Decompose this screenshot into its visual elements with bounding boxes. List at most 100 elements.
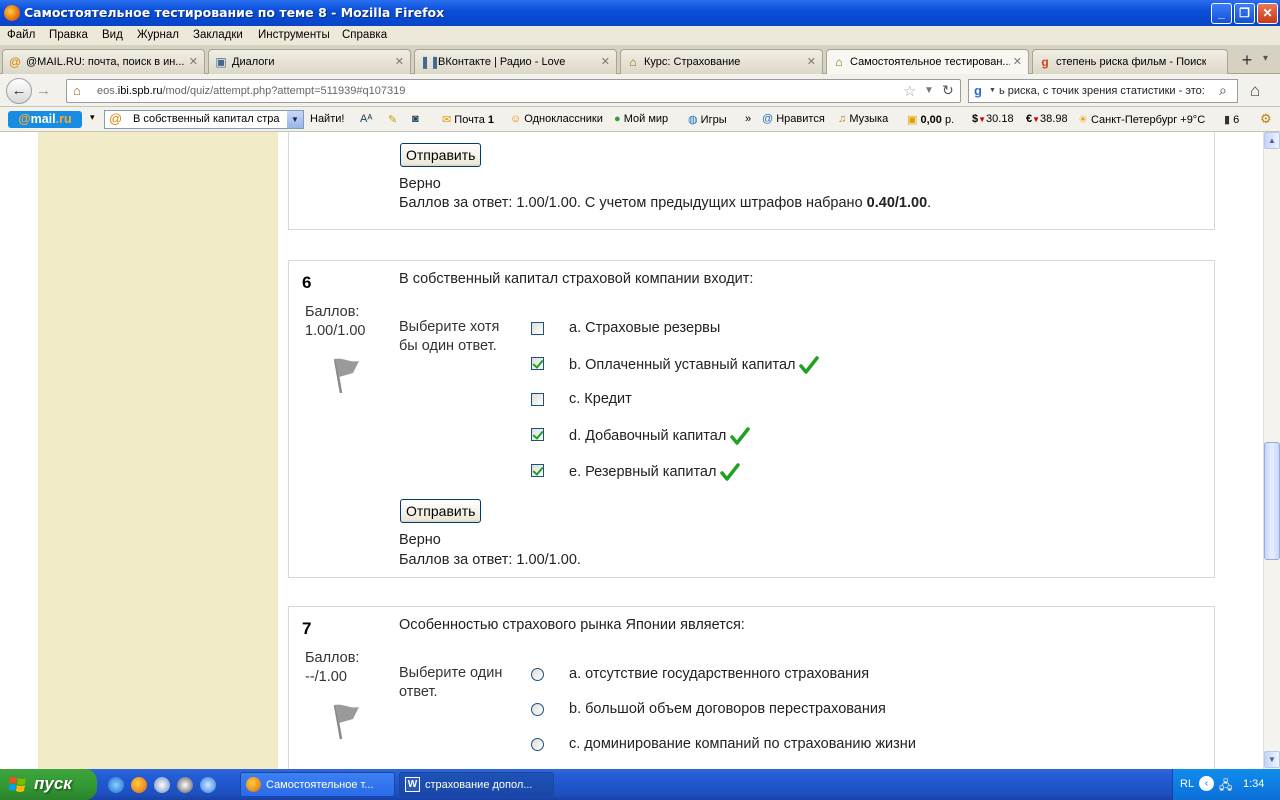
site-identity-icon[interactable]: ⌂	[73, 83, 81, 98]
engine-dropdown-icon[interactable]: ▼	[989, 87, 996, 94]
games-link[interactable]: ◍ Игры	[688, 113, 727, 126]
option-label[interactable]: c. доминирование компаний по страхованию…	[569, 736, 916, 752]
weather-link[interactable]: ☀ Санкт-Петербург +9°C	[1078, 113, 1205, 126]
bookmark-star-icon[interactable]: ☆	[903, 82, 916, 100]
answer-prompt: Выберите хотя бы один ответ.	[399, 319, 500, 354]
option-label[interactable]: b. большой объем договоров перестрахован…	[569, 701, 886, 717]
word-icon: W	[405, 777, 420, 792]
flag-icon[interactable]	[327, 353, 363, 397]
scroll-up-arrow-icon[interactable]: ▲	[1264, 132, 1280, 149]
scrollbar-thumb[interactable]	[1264, 442, 1280, 560]
menu-history[interactable]: Журнал	[137, 29, 179, 41]
google-icon[interactable]: g	[974, 83, 982, 98]
close-icon[interactable]: ✕	[1013, 55, 1022, 68]
search-bar[interactable]: g ▼ ь риска, с точик зрения статистики -…	[968, 79, 1238, 103]
tab-google-search[interactable]: g степень риска фильм - Поиск ...	[1032, 49, 1228, 74]
eur-rate[interactable]: €▼38.98	[1026, 113, 1068, 125]
balance-link[interactable]: ▣ 0,00 р.	[907, 113, 954, 126]
checkbox[interactable]	[531, 428, 544, 441]
option-label[interactable]: d. Добавочный капитал	[569, 426, 751, 446]
back-button[interactable]: ←	[6, 78, 32, 104]
window-titlebar[interactable]: Самостоятельное тестирование по теме 8 -…	[0, 0, 1280, 26]
question-6: 6 Баллов: 1.00/1.00 В собственный капитал…	[288, 260, 1215, 578]
zoom-icon[interactable]: ◙	[412, 113, 419, 125]
minimize-button[interactable]: _	[1211, 3, 1232, 24]
find-button[interactable]: Найти!	[310, 113, 344, 125]
forward-button[interactable]: →	[36, 82, 51, 99]
usd-rate[interactable]: $▼30.18	[972, 113, 1014, 125]
close-button[interactable]: ✕	[1257, 3, 1278, 24]
checkbox[interactable]	[531, 464, 544, 477]
menu-bookmarks[interactable]: Закладки	[193, 29, 243, 41]
odnoklassniki-link[interactable]: ☺ Одноклассники	[510, 113, 603, 125]
checkbox[interactable]	[531, 357, 544, 370]
tab-quiz-active[interactable]: ⌂ Самостоятельное тестирован... ✕	[826, 49, 1029, 75]
mailru-logo[interactable]: @mail.ru	[8, 111, 82, 128]
app-icon[interactable]	[200, 777, 216, 793]
network-icon[interactable]: 🖧	[1219, 776, 1232, 797]
option-label[interactable]: a. Страховые резервы	[569, 320, 720, 336]
menu-edit[interactable]: Правка	[49, 29, 88, 41]
menu-view[interactable]: Вид	[102, 29, 123, 41]
home-button[interactable]: ⌂	[1250, 81, 1260, 101]
settings-gear-icon[interactable]: ⚙	[1260, 111, 1272, 127]
scroll-down-arrow-icon[interactable]: ▼	[1264, 751, 1280, 768]
vertical-scrollbar[interactable]: ▲ ▼	[1263, 132, 1280, 769]
tab-vk-radio[interactable]: ❚❚ ВКонтакте | Радио - Love ✕	[414, 49, 617, 74]
font-size-icon[interactable]: Aᴬ	[360, 113, 372, 125]
close-icon[interactable]: ✕	[189, 55, 198, 68]
checkbox[interactable]	[531, 393, 544, 406]
tab-mailru[interactable]: @ @MAIL.RU: почта, поиск в ин... ✕	[2, 49, 205, 74]
close-icon[interactable]: ✕	[395, 55, 404, 68]
tab-label: Курс: Страхование	[644, 56, 741, 68]
taskbar-button-word[interactable]: W страхование допол...	[399, 772, 554, 797]
maximize-button[interactable]: ❐	[1234, 3, 1255, 24]
menu-file[interactable]: Файл	[7, 29, 35, 41]
mailru-search-value[interactable]: В собственный капитал стра	[133, 113, 280, 125]
search-input[interactable]: ь риска, с точик зрения статистики - это…	[999, 85, 1205, 97]
firefox-icon[interactable]	[131, 777, 147, 793]
url-bar[interactable]: ⌂ eos.ibi.spb.ru/mod/quiz/attempt.php?at…	[66, 79, 961, 103]
tab-list-icon[interactable]: ▾	[1263, 53, 1268, 64]
search-icon[interactable]: ⌕	[1219, 82, 1227, 99]
flag-icon[interactable]	[327, 699, 363, 743]
close-icon[interactable]: ✕	[601, 55, 610, 68]
new-tab-button[interactable]: +	[1236, 50, 1258, 72]
media-player-icon[interactable]	[177, 777, 193, 793]
menu-tools[interactable]: Инструменты	[258, 29, 330, 41]
submit-button[interactable]: Отправить	[400, 143, 482, 167]
start-button[interactable]: пуск	[0, 769, 97, 800]
traffic-link[interactable]: ▮ 6	[1224, 113, 1239, 126]
chevron-down-icon[interactable]: ▾	[90, 112, 95, 123]
taskbar-button-firefox[interactable]: Самостоятельное т...	[240, 772, 395, 797]
mail-link[interactable]: ✉ Почта 1	[442, 113, 494, 126]
option-label[interactable]: e. Резервный капитал	[569, 462, 741, 482]
tab-course[interactable]: ⌂ Курс: Страхование ✕	[620, 49, 823, 74]
clock[interactable]: 1:34	[1243, 778, 1264, 790]
url-dropdown-icon[interactable]: ▼	[924, 85, 934, 96]
checkbox[interactable]	[531, 322, 544, 335]
submit-button[interactable]: Отправить	[400, 499, 482, 523]
option-label[interactable]: b. Оплаченный уставный капитал	[569, 355, 820, 375]
music-link[interactable]: ♫ Музыка	[838, 113, 888, 125]
moimir-link[interactable]: ● Мой мир	[614, 113, 668, 125]
ie-icon[interactable]	[108, 777, 124, 793]
answer-prompt: Выберите один ответ.	[399, 665, 503, 700]
chevron-down-icon[interactable]: ▼	[287, 111, 303, 128]
highlighter-icon[interactable]: ✎	[388, 113, 397, 126]
more-chevron-icon[interactable]: »	[745, 113, 751, 125]
menu-help[interactable]: Справка	[342, 29, 387, 41]
radio-button[interactable]	[531, 703, 544, 716]
radio-button[interactable]	[531, 668, 544, 681]
tab-dialogs[interactable]: ▣ Диалоги ✕	[208, 49, 411, 74]
tray-arrow-icon[interactable]: ‹	[1199, 776, 1214, 791]
radio-button[interactable]	[531, 738, 544, 751]
like-link[interactable]: @ Нравится	[762, 113, 825, 125]
option-label[interactable]: a. отсутствие государственного страхован…	[569, 666, 869, 682]
option-label[interactable]: c. Кредит	[569, 391, 632, 407]
mailru-search-field[interactable]: @ В собственный капитал стра ▼	[104, 110, 304, 129]
explorer-icon[interactable]	[154, 777, 170, 793]
language-indicator[interactable]: RL	[1180, 778, 1194, 790]
close-icon[interactable]: ✕	[807, 55, 816, 68]
reload-icon[interactable]: ↻	[942, 82, 954, 99]
